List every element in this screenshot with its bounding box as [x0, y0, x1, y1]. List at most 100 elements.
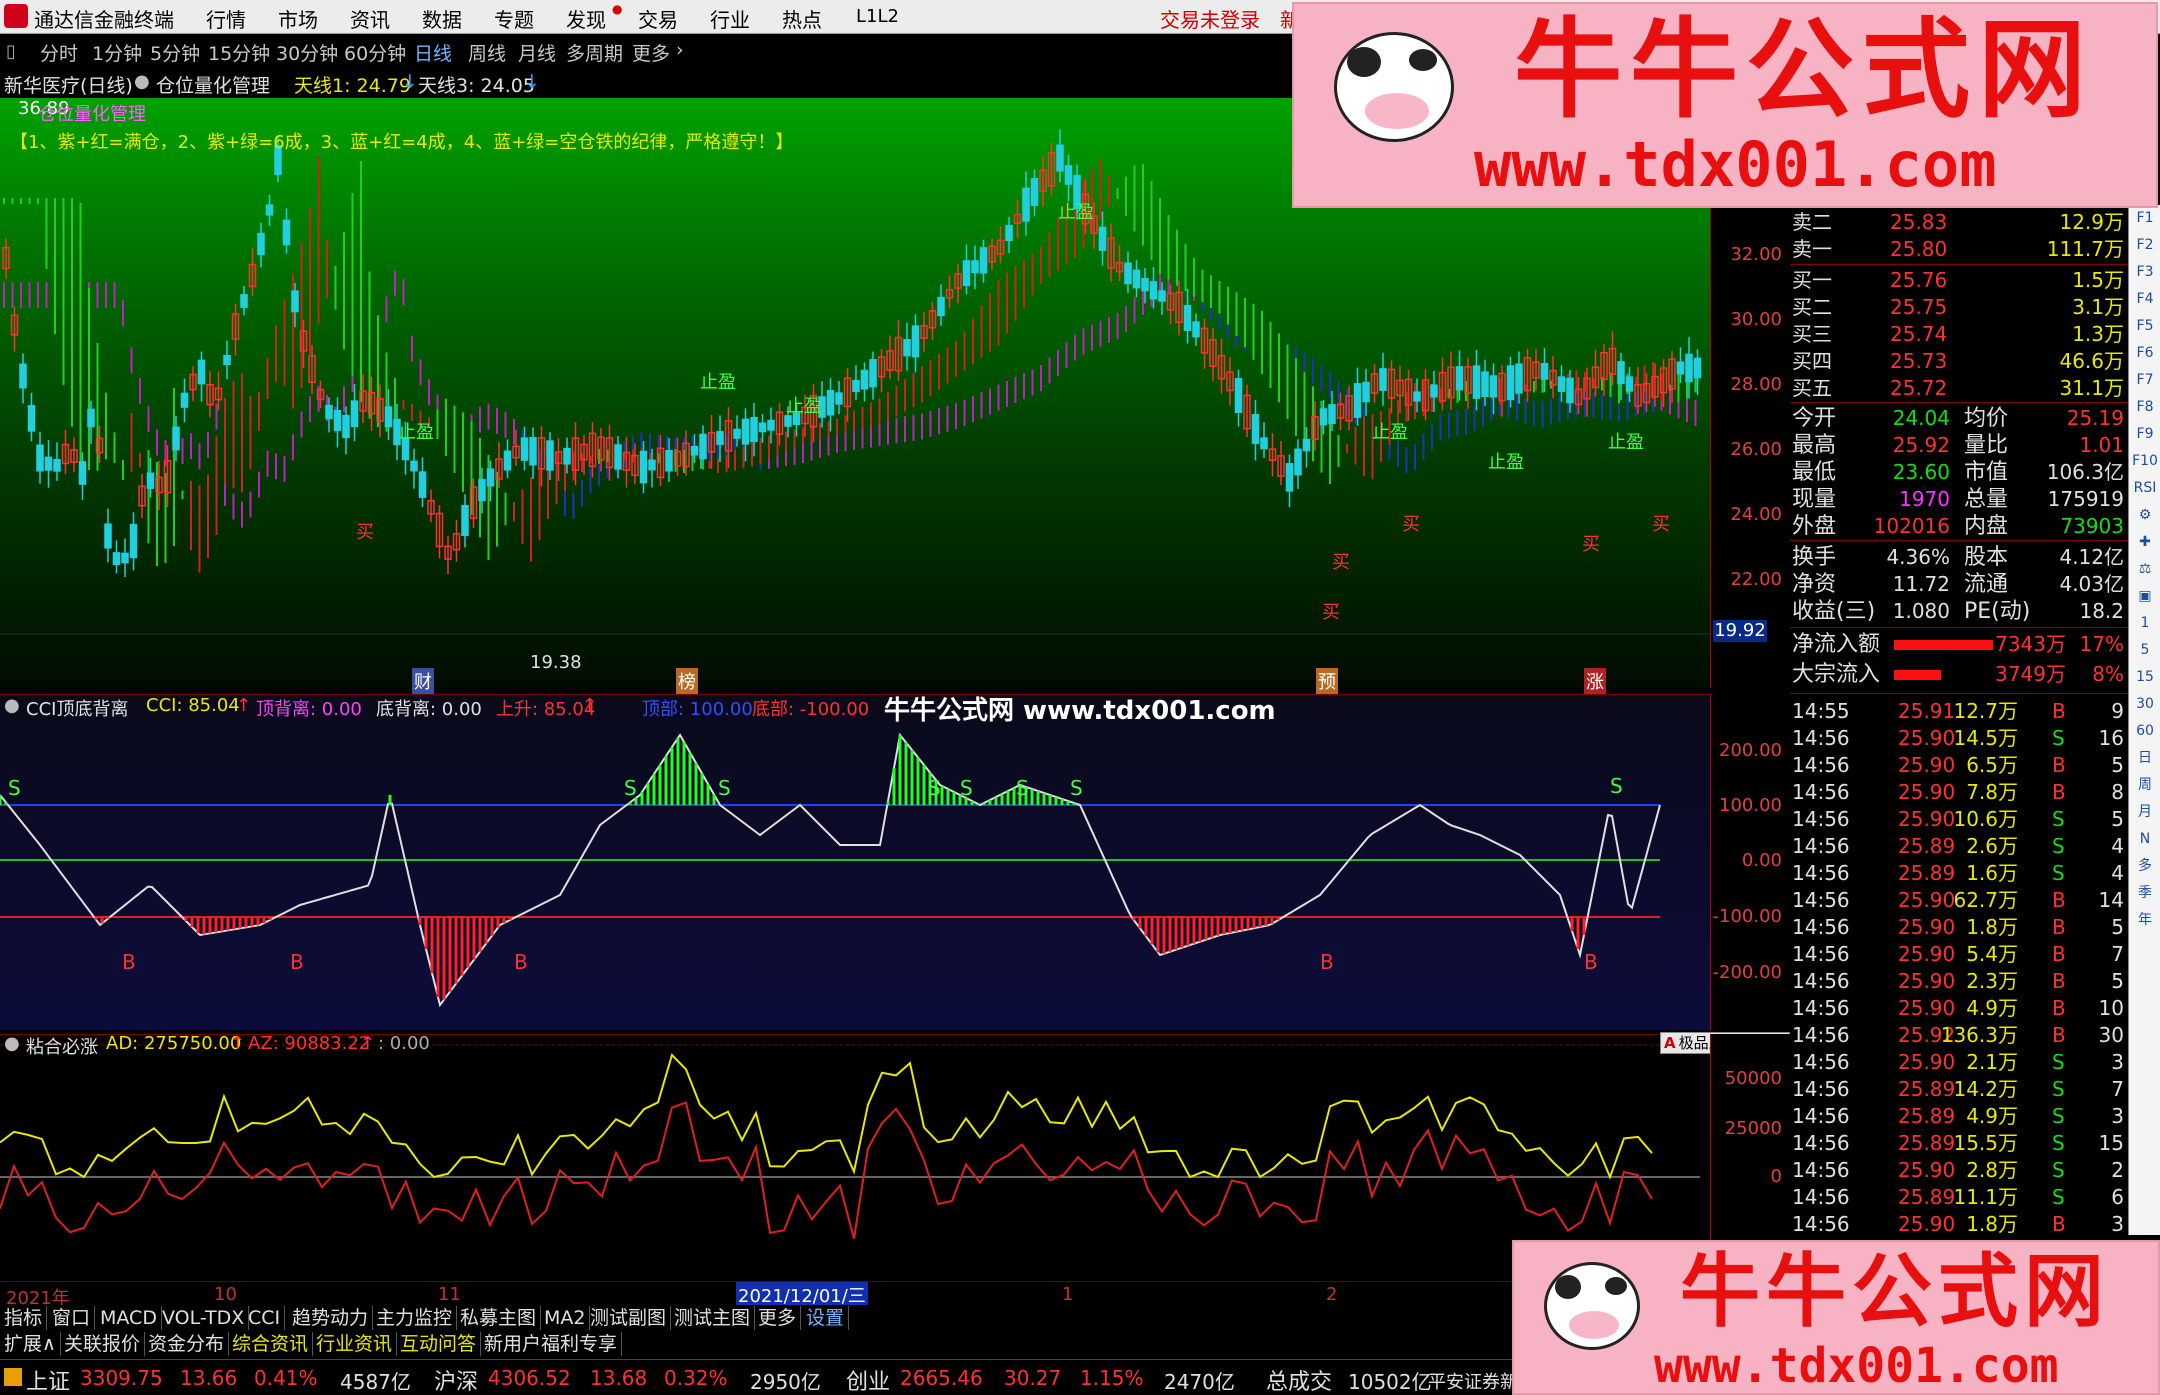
list-icon[interactable]: ▯ [6, 41, 16, 62]
toolbar-button[interactable]: F5 [2132, 315, 2158, 337]
menu-item-faxian[interactable]: 发现 [566, 4, 606, 33]
event-tag-bang[interactable]: 榜 [676, 668, 698, 694]
tab-zhibiao[interactable]: 指标 [0, 1306, 48, 1330]
tab-ma2[interactable]: MA2 [540, 1306, 591, 1330]
candle-body [971, 260, 979, 274]
candle-body [1617, 361, 1625, 385]
tab-ceshizhu[interactable]: 测试主图 [670, 1306, 756, 1330]
ad-name[interactable]: 粘合必涨 [26, 1033, 98, 1059]
stat-value: 1970 [1899, 487, 1950, 511]
chevron-right-icon[interactable]: › [676, 39, 684, 61]
take-profit-label: 止盈 [786, 396, 822, 417]
stock-name[interactable]: 新华医疗(日线) [4, 71, 133, 98]
menu-item-zixun[interactable]: 资讯 [350, 4, 390, 33]
event-tag-zhang[interactable]: 涨 [1584, 668, 1606, 694]
candle-body [835, 392, 843, 405]
toolbar-button[interactable]: F3 [2132, 261, 2158, 283]
tab-simu[interactable]: 私募主图 [456, 1306, 542, 1330]
toolbar-button[interactable]: F8 [2132, 396, 2158, 418]
sh-label[interactable]: 上证 [26, 1364, 70, 1395]
tab-cci[interactable]: CCI [244, 1306, 286, 1330]
broker-name[interactable]: 平安证券新 [1428, 1368, 1518, 1394]
period-1min[interactable]: 1分钟 [92, 39, 142, 66]
stat-label: 均价 [1964, 406, 2009, 431]
toolbar-button[interactable]: 15 [2132, 666, 2158, 688]
hs-label[interactable]: 沪深 [434, 1364, 478, 1395]
menu-item-shichang[interactable]: 市场 [278, 4, 318, 33]
menu-item-hangqing[interactable]: 行情 [206, 4, 246, 33]
toolbar-button[interactable]: ⚙ [2132, 504, 2158, 526]
tab-zhuli[interactable]: 主力监控 [372, 1306, 458, 1330]
period-week[interactable]: 周线 [468, 39, 506, 66]
toolbar-button[interactable]: RSI [2132, 477, 2158, 499]
tab-related[interactable]: 关联报价 [60, 1332, 146, 1356]
toolbar-button[interactable]: ✚ [2132, 531, 2158, 553]
menu-item-zhuanti[interactable]: 专题 [494, 4, 534, 33]
toolbar-button[interactable]: F9 [2132, 423, 2158, 445]
period-day[interactable]: 日线 [414, 39, 452, 66]
event-tag-cai[interactable]: 财 [412, 668, 434, 694]
toolbar-button[interactable]: 月 [2132, 801, 2158, 823]
tab-more[interactable]: 更多 [754, 1306, 802, 1330]
stat-value: 73903 [2060, 514, 2124, 538]
tab-news[interactable]: 综合资讯 [228, 1332, 314, 1356]
flow-value: 7343万 [1995, 632, 2066, 656]
ad-chart[interactable] [0, 1035, 1710, 1279]
period-60min[interactable]: 60分钟 [344, 39, 406, 66]
tab-expand[interactable]: 扩展∧ [0, 1332, 61, 1356]
tab-settings[interactable]: 设置 [802, 1306, 850, 1330]
tick-count: 10 [2098, 996, 2124, 1020]
toolbar-button[interactable]: 周 [2132, 774, 2158, 796]
cy-label[interactable]: 创业 [846, 1364, 890, 1395]
toolbar-button[interactable]: F2 [2132, 234, 2158, 256]
period-multi[interactable]: 多周期 [566, 39, 623, 66]
period-15min[interactable]: 15分钟 [208, 39, 270, 66]
menu-item-jiaoyi[interactable]: 交易 [638, 4, 678, 33]
ad-panel[interactable] [0, 1034, 1710, 1278]
tab-industry-news[interactable]: 行业资讯 [312, 1332, 398, 1356]
tab-funds[interactable]: 资金分布 [144, 1332, 230, 1356]
toolbar-button[interactable]: F6 [2132, 342, 2158, 364]
toolbar-button[interactable]: 30 [2132, 693, 2158, 715]
menu-item-redian[interactable]: 热点 [782, 4, 822, 33]
cci-name[interactable]: CCI顶底背离 [26, 695, 128, 721]
toolbar-button[interactable]: 多 [2132, 855, 2158, 877]
period-month[interactable]: 月线 [518, 39, 556, 66]
period-fenshi[interactable]: 分时 [40, 39, 78, 66]
candle-body [1124, 262, 1132, 285]
toolbar-button[interactable]: 1 [2132, 612, 2158, 634]
toolbar-button[interactable]: F7 [2132, 369, 2158, 391]
tab-newuser[interactable]: 新用户福利专享 [480, 1332, 623, 1356]
cci-chart[interactable]: S S S S S S S SB B B B B [0, 695, 1710, 1031]
period-30min[interactable]: 30分钟 [276, 39, 338, 66]
event-tag-yu[interactable]: 预 [1316, 668, 1338, 694]
menu-item-hangye[interactable]: 行业 [710, 4, 750, 33]
indicator-name[interactable]: 仓位量化管理 [156, 71, 270, 98]
tab-ceshifu[interactable]: 测试副图 [586, 1306, 672, 1330]
toolbar-button[interactable]: 季 [2132, 882, 2158, 904]
candle-body [44, 456, 53, 471]
tab-macd[interactable]: MACD [96, 1306, 162, 1330]
toolbar-button[interactable]: ⚖ [2132, 558, 2158, 580]
toolbar-button[interactable]: F1 [2132, 207, 2158, 229]
toolbar-button[interactable]: 5 [2132, 639, 2158, 661]
toolbar-button[interactable]: 日 [2132, 747, 2158, 769]
toolbar-button[interactable]: ▣ [2132, 585, 2158, 607]
stat-row: 现量 1970 总量 175919 [1790, 486, 2130, 513]
login-status[interactable]: 交易未登录 [1160, 4, 1260, 33]
tab-qa[interactable]: 互动问答 [396, 1332, 482, 1356]
menu-item-shuju[interactable]: 数据 [422, 4, 462, 33]
period-5min[interactable]: 5分钟 [150, 39, 200, 66]
menu-item-l1l2[interactable]: L1L2 [856, 6, 899, 27]
toolbar-button[interactable]: N [2132, 828, 2158, 850]
period-more[interactable]: 更多 [632, 39, 670, 66]
cci-panel[interactable]: SSSSSSSSBBBBB [0, 694, 1710, 1030]
tab-vol-tdx[interactable]: VOL-TDX [158, 1306, 250, 1330]
toolbar-button[interactable]: F4 [2132, 288, 2158, 310]
toolbar-button[interactable]: 年 [2132, 909, 2158, 931]
tab-chuangkou[interactable]: 窗口 [48, 1306, 96, 1330]
toolbar-button[interactable]: F10 [2132, 450, 2158, 472]
toolbar-button[interactable]: 60 [2132, 720, 2158, 742]
stat-label: 市值 [1964, 460, 2009, 485]
tab-qushi[interactable]: 趋势动力 [288, 1306, 374, 1330]
